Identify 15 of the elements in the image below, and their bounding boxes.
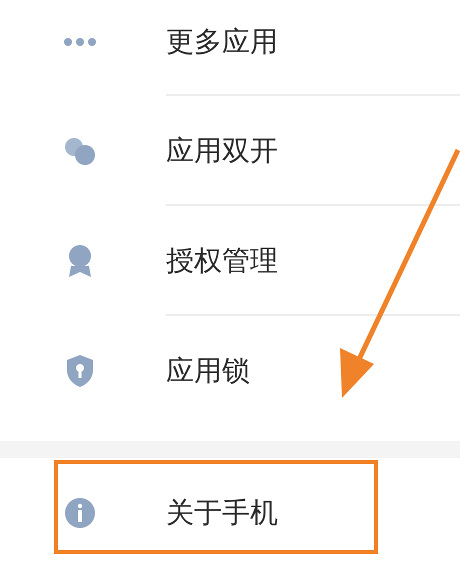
info-icon: [64, 497, 96, 529]
more-icon: [63, 37, 97, 47]
item-label: 授权管理: [166, 243, 278, 279]
settings-item[interactable]: 更多应用: [0, 0, 460, 96]
item-label: 更多应用: [166, 24, 278, 60]
item-label: 应用锁: [166, 353, 250, 389]
settings-item[interactable]: 应用双开: [0, 96, 460, 206]
settings-item[interactable]: 关于手机: [0, 458, 460, 568]
settings-item[interactable]: 应用锁: [0, 316, 460, 426]
shield-lock-icon: [65, 354, 95, 388]
bubbles-icon: [63, 136, 97, 166]
item-label: 关于手机: [166, 495, 278, 531]
settings-item[interactable]: 授权管理: [0, 206, 460, 316]
ribbon-badge-icon: [66, 244, 94, 278]
item-label: 应用双开: [166, 133, 278, 169]
